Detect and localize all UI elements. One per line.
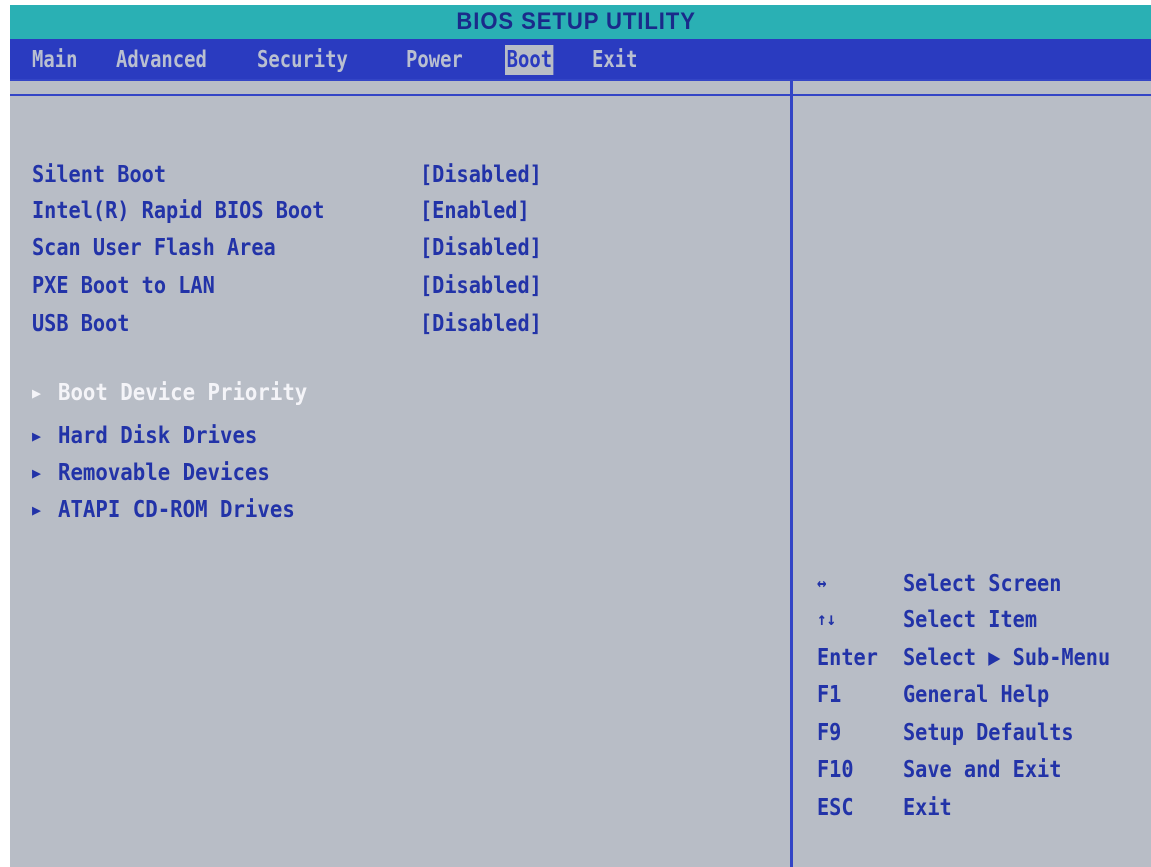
help-action: General Help bbox=[903, 682, 1050, 708]
option-silent-boot[interactable]: Silent Boot [Disabled] bbox=[32, 159, 542, 191]
submenu-arrow-icon: ▶ bbox=[32, 501, 42, 519]
left-panel-top-border bbox=[10, 94, 790, 96]
help-key: ESC bbox=[817, 795, 854, 821]
option-value[interactable]: [Enabled] bbox=[420, 195, 530, 227]
submenu-label: Removable Devices bbox=[58, 460, 270, 486]
option-label: Scan User Flash Area bbox=[32, 235, 276, 261]
menu-bar: Main Advanced Security Power Boot Exit bbox=[10, 39, 1151, 79]
submenu-arrow-icon: ▶ bbox=[32, 384, 42, 402]
help-key: F10 bbox=[817, 757, 854, 783]
bios-title: BIOS SETUP UTILITY bbox=[456, 8, 697, 35]
up-down-arrow-icon: ↑↓ bbox=[817, 609, 837, 630]
option-value[interactable]: [Disabled] bbox=[420, 232, 542, 264]
help-action: Select ▶ Sub-Menu bbox=[903, 645, 1111, 671]
help-action: Exit bbox=[903, 795, 952, 821]
bios-screen: BIOS SETUP UTILITY Main Advanced Securit… bbox=[10, 5, 1151, 867]
help-key: F1 bbox=[817, 682, 842, 708]
option-label: USB Boot bbox=[32, 311, 130, 337]
submenu-hard-disk-drives[interactable]: ▶ Hard Disk Drives bbox=[32, 420, 280, 452]
submenu-removable-devices[interactable]: ▶ Removable Devices bbox=[32, 457, 293, 489]
main-panel: Silent Boot [Disabled] Intel(R) Rapid BI… bbox=[10, 79, 1151, 867]
option-scan-user-flash-area[interactable]: Scan User Flash Area [Disabled] bbox=[32, 232, 542, 264]
option-pxe-boot-to-lan[interactable]: PXE Boot to LAN [Disabled] bbox=[32, 270, 542, 302]
option-label: Intel(R) Rapid BIOS Boot bbox=[32, 198, 325, 224]
option-value[interactable]: [Disabled] bbox=[420, 270, 542, 302]
tab-power[interactable]: Power bbox=[406, 45, 463, 75]
option-value[interactable]: [Disabled] bbox=[420, 308, 542, 340]
option-label: PXE Boot to LAN bbox=[32, 273, 215, 299]
submenu-label: ATAPI CD-ROM Drives bbox=[58, 497, 295, 523]
title-bar: BIOS SETUP UTILITY bbox=[10, 5, 1151, 39]
tab-exit[interactable]: Exit bbox=[592, 45, 637, 75]
option-value[interactable]: [Disabled] bbox=[420, 159, 542, 191]
submenu-arrow-icon: ▶ bbox=[32, 464, 42, 482]
tab-advanced[interactable]: Advanced bbox=[116, 45, 207, 75]
tab-main[interactable]: Main bbox=[32, 45, 77, 75]
submenu-label: Boot Device Priority bbox=[58, 380, 308, 406]
help-key: Enter bbox=[817, 645, 878, 671]
submenu-label: Hard Disk Drives bbox=[58, 423, 258, 449]
tab-boot[interactable]: Boot bbox=[505, 45, 554, 75]
option-rapid-bios-boot[interactable]: Intel(R) Rapid BIOS Boot [Enabled] bbox=[32, 195, 530, 227]
submenu-atapi-cd-rom-drives[interactable]: ▶ ATAPI CD-ROM Drives bbox=[32, 494, 321, 526]
option-label: Silent Boot bbox=[32, 162, 167, 188]
submenu-arrow-icon: ▶ bbox=[32, 427, 42, 445]
help-action: Select Item bbox=[903, 607, 1038, 633]
help-action: Save and Exit bbox=[903, 757, 1062, 783]
help-action: Setup Defaults bbox=[903, 720, 1074, 746]
help-action: Select Screen bbox=[903, 571, 1062, 597]
tab-security[interactable]: Security bbox=[257, 45, 348, 75]
left-right-arrow-icon: ↔ bbox=[817, 573, 827, 594]
panel-divider bbox=[790, 81, 793, 867]
help-panel-top-border bbox=[793, 94, 1151, 96]
submenu-boot-device-priority[interactable]: ▶ Boot Device Priority bbox=[32, 377, 335, 409]
option-usb-boot[interactable]: USB Boot [Disabled] bbox=[32, 308, 542, 340]
help-key: F9 bbox=[817, 720, 842, 746]
